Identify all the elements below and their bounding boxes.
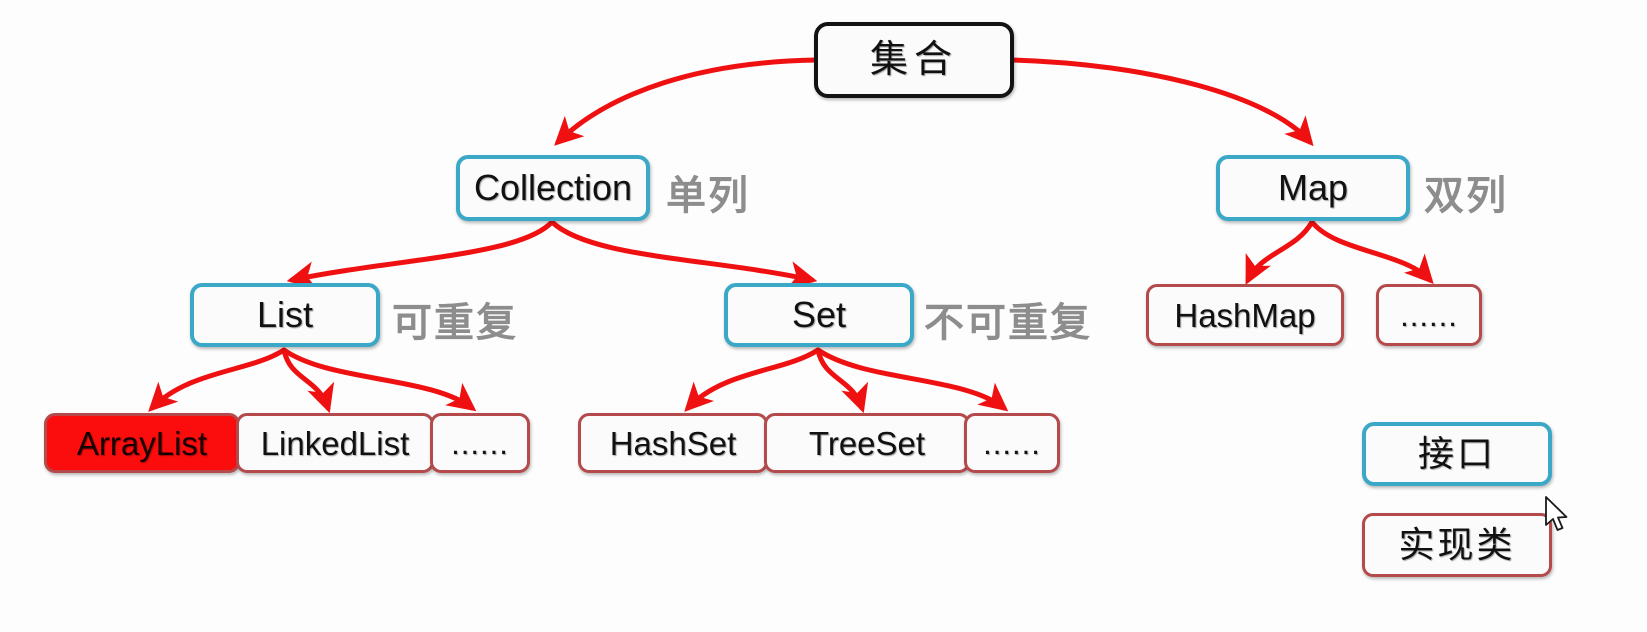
node-label: HashSet	[609, 424, 737, 462]
node-hashmap[interactable]: HashMap	[1146, 284, 1344, 346]
node-label: HashMap	[1174, 296, 1316, 334]
node-label: Collection	[473, 167, 633, 208]
node-treeset[interactable]: TreeSet	[764, 413, 970, 473]
legend-implementation-label: 实现类	[1398, 524, 1516, 565]
note-list: 可重复	[392, 301, 518, 345]
edge-collection-set	[549, 219, 818, 289]
diagram-canvas: 集合 Collection Map List Set HashMap .....…	[0, 0, 1647, 632]
edge-collection-list	[286, 219, 555, 290]
node-label: ......	[1400, 297, 1458, 333]
node-label: Set	[791, 294, 847, 335]
node-root-collection-cn[interactable]: 集合	[814, 22, 1014, 98]
node-label: TreeSet	[808, 424, 926, 462]
edge-root-map	[1009, 57, 1314, 147]
edge-list-more	[281, 347, 477, 412]
legend-implementation[interactable]: 实现类	[1362, 513, 1552, 577]
edge-root-collection	[554, 57, 819, 146]
node-list-more[interactable]: ......	[430, 413, 530, 473]
edge-set-hashset	[684, 347, 821, 412]
node-map-more[interactable]: ......	[1376, 284, 1482, 346]
note-collection: 单列	[666, 174, 750, 218]
edge-set-more	[815, 347, 1009, 412]
node-set-more[interactable]: ......	[964, 413, 1060, 473]
node-label: ArrayList	[76, 424, 208, 462]
legend-interface[interactable]: 接口	[1362, 422, 1552, 486]
note-set: 不可重复	[924, 301, 1092, 345]
node-label: LinkedList	[260, 424, 410, 462]
node-arraylist[interactable]: ArrayList	[44, 413, 240, 473]
node-label: 集合	[869, 39, 958, 81]
node-hashset[interactable]: HashSet	[578, 413, 768, 473]
node-map[interactable]: Map	[1216, 155, 1410, 221]
node-label: ......	[983, 425, 1041, 461]
node-set[interactable]: Set	[724, 283, 914, 347]
node-list[interactable]: List	[190, 283, 380, 347]
edge-map-hashmap	[1245, 219, 1315, 285]
edge-list-linkedlist	[281, 347, 335, 414]
node-label: ......	[451, 425, 509, 461]
edge-map-more	[1309, 219, 1434, 284]
node-collection[interactable]: Collection	[456, 155, 650, 221]
node-label: Map	[1277, 167, 1349, 208]
node-label: List	[256, 294, 314, 335]
node-linkedlist[interactable]: LinkedList	[236, 413, 434, 473]
edge-list-arraylist	[148, 347, 287, 412]
legend-interface-label: 接口	[1417, 433, 1496, 474]
note-map: 双列	[1424, 174, 1508, 218]
edge-set-treeset	[815, 347, 869, 414]
